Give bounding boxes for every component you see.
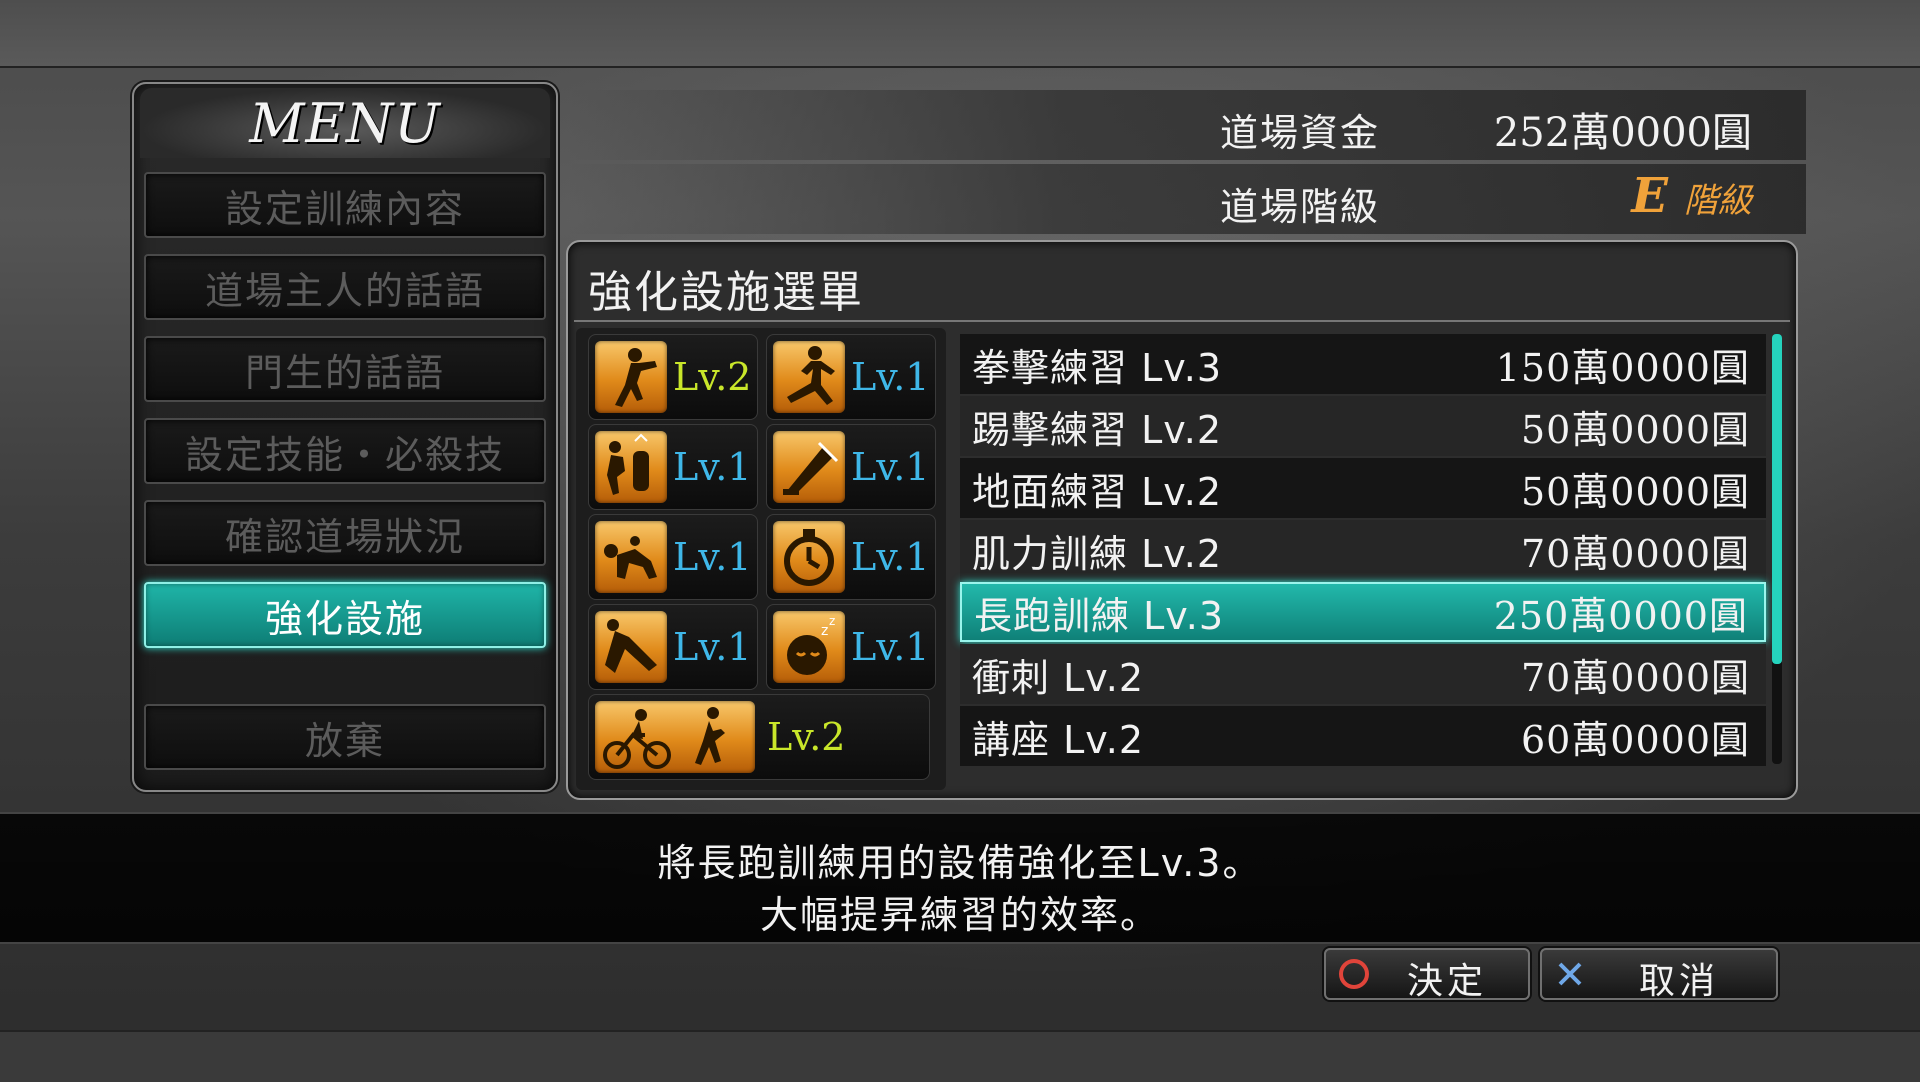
upgrade-name: 拳擊練習 Lv.3 (972, 345, 1223, 390)
dojo-rank-value: E 階級 (1631, 168, 1752, 224)
top-band (0, 0, 1920, 68)
level-label: Lv.1 (673, 535, 752, 579)
menu-item-upgrade-facilities[interactable]: 強化設施 (144, 582, 546, 648)
upgrade-row-punch[interactable]: 拳擊練習 Lv.3 150萬0000圓 (960, 334, 1766, 394)
main-menu: MENU 設定訓練內容 道場主人的話語 門生的話語 設定技能・必殺技 確認道場狀… (132, 82, 558, 792)
description-line-1: 將長跑訓練用的設備強化至Lv.3。 (657, 841, 1263, 885)
upgrade-price: 250萬0000圓 (1493, 593, 1748, 638)
tackle-icon (595, 521, 667, 593)
dojo-funds-value: 252萬0000圓 (1493, 110, 1752, 156)
upgrade-list: 拳擊練習 Lv.3 150萬0000圓 踢擊練習 Lv.2 50萬0000圓 地… (954, 328, 1784, 790)
upgrade-price: 70萬0000圓 (1520, 531, 1750, 576)
facility-upgrade-panel: 強化設施選單 Lv.2 Lv.1 Lv.1 Lv.1 Lv.1 Lv.1 Lv.… (566, 240, 1798, 800)
svg-text:z: z (829, 614, 835, 628)
level-label: Lv.2 (673, 355, 752, 399)
facility-tile-endurance: Lv.2 (588, 694, 930, 780)
menu-item-label: 確認道場狀況 (224, 514, 465, 559)
level-label: Lv.2 (767, 715, 846, 759)
menu-item-label: 道場主人的話語 (204, 268, 485, 313)
menu-item-disciple-words[interactable]: 門生的話語 (144, 336, 546, 402)
level-label: Lv.1 (673, 445, 752, 489)
description-box: 將長跑訓練用的設備強化至Lv.3。 大幅提昇練習的效率。 (0, 812, 1920, 944)
facility-tile-stretch: Lv.1 (588, 604, 758, 690)
facility-tile-tackle: Lv.1 (588, 514, 758, 600)
upgrade-price: 50萬0000圓 (1520, 407, 1750, 452)
menu-item-set-skills[interactable]: 設定技能・必殺技 (144, 418, 546, 484)
upgrade-row-kick[interactable]: 踢擊練習 Lv.2 50萬0000圓 (960, 396, 1766, 456)
cancel-label: 取消 (1638, 961, 1719, 1002)
menu-header: MENU (140, 88, 550, 158)
confirm-button[interactable]: 決定 (1324, 948, 1530, 1002)
stretch-icon (595, 611, 667, 683)
panel-title: 強化設施選單 (588, 267, 864, 318)
facility-tile-punch: Lv.2 (588, 334, 758, 420)
rank-word: 階級 (1684, 181, 1752, 221)
upgrade-name: 講座 Lv.2 (972, 717, 1145, 762)
level-label: Lv.1 (851, 445, 930, 489)
confirm-label: 決定 (1406, 961, 1487, 1002)
upgrade-price: 150萬0000圓 (1495, 345, 1750, 390)
ground-grapple-icon (595, 431, 667, 503)
upgrade-price: 70萬0000圓 (1520, 655, 1750, 700)
rank-letter: E (1631, 168, 1668, 224)
facility-icons-area: Lv.2 Lv.1 Lv.1 Lv.1 Lv.1 Lv.1 Lv.1 z z L… (576, 328, 946, 790)
menu-item-label: 門生的話語 (244, 350, 445, 395)
punch-icon (595, 341, 667, 413)
dojo-rank-row: 道場階級 E 階級 (566, 164, 1806, 234)
menu-item-label: 設定技能・必殺技 (184, 432, 505, 477)
dojo-funds-label: 道場資金 (1220, 111, 1381, 155)
facility-tile-kick: Lv.1 (766, 334, 936, 420)
stopwatch-icon (773, 521, 845, 593)
strength-training-icon (773, 431, 845, 503)
menu-item-label: 強化設施 (264, 596, 425, 641)
svg-text:z: z (821, 623, 828, 639)
upgrade-price: 50萬0000圓 (1520, 469, 1750, 514)
level-label: Lv.1 (851, 625, 930, 669)
upgrade-row-long-run[interactable]: 長跑訓練 Lv.3 250萬0000圓 (960, 582, 1766, 642)
scrollbar-thumb[interactable] (1772, 334, 1782, 664)
menu-item-label: 設定訓練內容 (224, 186, 465, 231)
menu-title: MENU (249, 91, 441, 155)
list-scrollbar[interactable] (1772, 334, 1782, 764)
facility-tile-ground: Lv.1 (588, 424, 758, 510)
description-line-2: 大幅提昇練習的效率。 (759, 893, 1160, 937)
dojo-funds-row: 道場資金 252萬0000圓 (566, 90, 1806, 160)
facility-tile-sleep: zz Lv.1 (766, 604, 936, 690)
menu-item-label: 放棄 (304, 718, 385, 763)
kick-icon (773, 341, 845, 413)
menu-item-quit[interactable]: 放棄 (144, 704, 546, 770)
dojo-rank-label: 道場階級 (1220, 185, 1381, 229)
upgrade-row-ground[interactable]: 地面練習 Lv.2 50萬0000圓 (960, 458, 1766, 518)
sleep-icon: zz (773, 611, 845, 683)
upgrade-name: 肌力訓練 Lv.2 (972, 531, 1223, 576)
level-label: Lv.1 (673, 625, 752, 669)
upgrade-name: 踢擊練習 Lv.2 (972, 407, 1223, 452)
menu-item-set-training[interactable]: 設定訓練內容 (144, 172, 546, 238)
upgrade-row-strength[interactable]: 肌力訓練 Lv.2 70萬0000圓 (960, 520, 1766, 580)
upgrade-name: 衝刺 Lv.2 (972, 655, 1145, 700)
menu-item-master-words[interactable]: 道場主人的話語 (144, 254, 546, 320)
upgrade-row-lecture[interactable]: 講座 Lv.2 60萬0000圓 (960, 706, 1766, 766)
upgrade-price: 60萬0000圓 (1520, 717, 1750, 762)
bike-run-icon (595, 701, 755, 773)
upgrade-name: 長跑訓練 Lv.3 (974, 593, 1225, 638)
menu-item-dojo-status[interactable]: 確認道場狀況 (144, 500, 546, 566)
bottom-band (0, 1030, 1920, 1082)
facility-tile-stopwatch: Lv.1 (766, 514, 936, 600)
facility-tile-strength: Lv.1 (766, 424, 936, 510)
cancel-button[interactable]: 取消 (1540, 948, 1778, 1002)
level-label: Lv.1 (851, 355, 930, 399)
level-label: Lv.1 (851, 535, 930, 579)
upgrade-row-sprint[interactable]: 衝刺 Lv.2 70萬0000圓 (960, 644, 1766, 704)
panel-divider (574, 320, 1790, 322)
upgrade-name: 地面練習 Lv.2 (972, 469, 1223, 514)
